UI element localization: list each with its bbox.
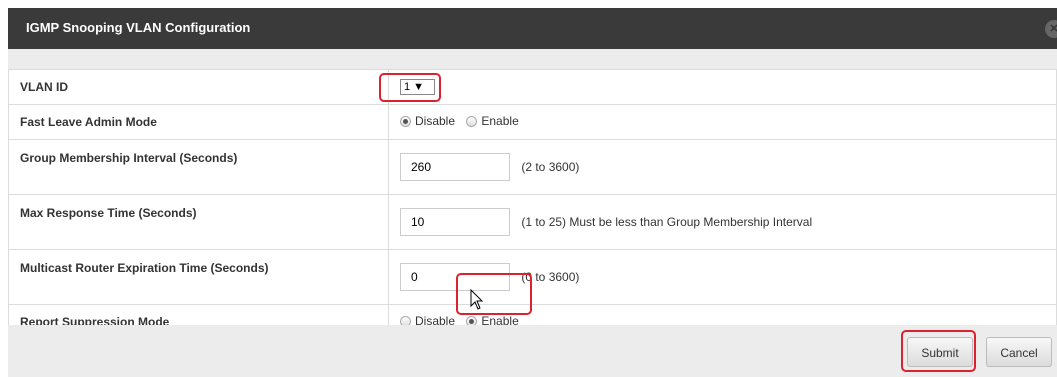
fast-leave-enable-option[interactable]: Enable xyxy=(466,114,519,129)
config-form: VLAN ID 1 ▼ Fast Leave Admin Mode Disabl… xyxy=(8,69,1057,340)
fast-leave-disable-label: Disable xyxy=(415,114,456,129)
fast-leave-disable-option[interactable]: Disable xyxy=(400,114,455,128)
submit-highlight xyxy=(901,330,976,372)
vlan-id-label: VLAN ID xyxy=(8,69,389,105)
enable-radio-highlight xyxy=(456,273,532,315)
mouse-cursor-icon xyxy=(470,289,484,310)
fast-leave-row: Fast Leave Admin Mode Disable Enable xyxy=(8,104,1057,140)
group-membership-cell: 260 (2 to 3600) xyxy=(388,139,1057,195)
mcast-router-label: Multicast Router Expiration Time (Second… xyxy=(8,249,389,305)
max-response-input[interactable]: 10 xyxy=(400,208,510,236)
vlan-id-cell: 1 ▼ xyxy=(388,69,1057,105)
cancel-button[interactable]: Cancel xyxy=(986,337,1052,367)
vlan-id-row: VLAN ID 1 ▼ xyxy=(8,69,1057,105)
dialog-title-bar: IGMP Snooping VLAN Configuration ✕ xyxy=(8,8,1057,49)
fast-leave-cell: Disable Enable xyxy=(388,104,1057,140)
max-response-cell: 10 (1 to 25) Must be less than Group Mem… xyxy=(388,194,1057,250)
fast-leave-enable-radio[interactable] xyxy=(466,115,478,127)
group-membership-hint: (2 to 3600) xyxy=(521,160,580,174)
group-membership-row: Group Membership Interval (Seconds) 260 … xyxy=(8,139,1057,195)
close-icon[interactable]: ✕ xyxy=(1045,20,1057,38)
max-response-label: Max Response Time (Seconds) xyxy=(8,194,389,250)
group-membership-label: Group Membership Interval (Seconds) xyxy=(8,139,389,195)
group-membership-input[interactable]: 260 xyxy=(400,153,510,181)
fast-leave-enable-label: Enable xyxy=(481,114,519,129)
vlan-id-highlight xyxy=(379,73,441,102)
dialog-footer: Submit Cancel xyxy=(8,325,1057,377)
max-response-hint: (1 to 25) Must be less than Group Member… xyxy=(521,215,813,229)
fast-leave-disable-radio[interactable] xyxy=(400,115,411,127)
mcast-router-row: Multicast Router Expiration Time (Second… xyxy=(8,249,1057,305)
dialog-title: IGMP Snooping VLAN Configuration xyxy=(26,20,251,35)
max-response-row: Max Response Time (Seconds) 10 (1 to 25)… xyxy=(8,194,1057,250)
fast-leave-label: Fast Leave Admin Mode xyxy=(8,104,389,140)
